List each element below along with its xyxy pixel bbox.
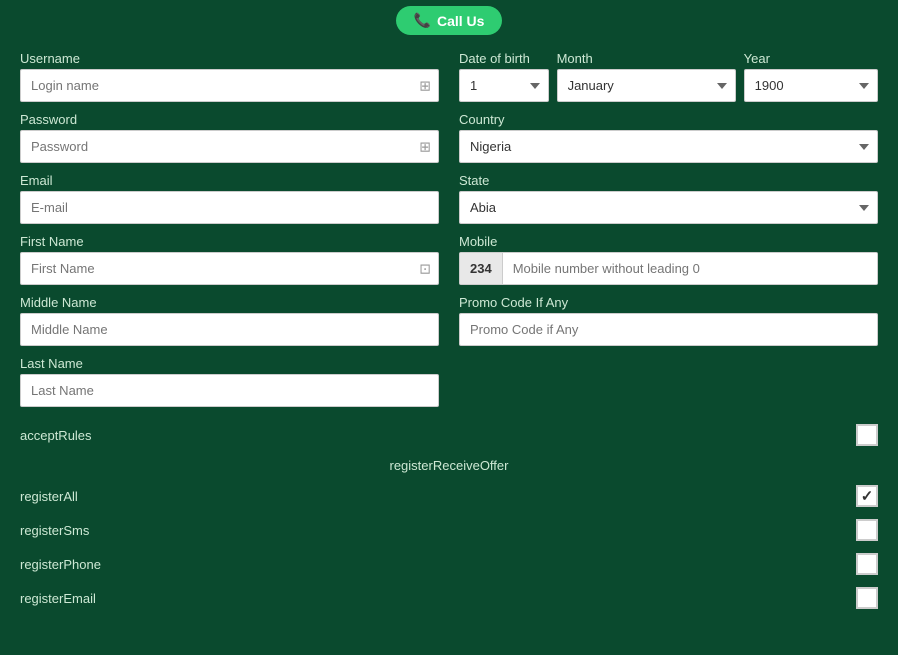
middlename-field-group: Middle Name bbox=[20, 295, 439, 346]
firstname-icon: ⊡ bbox=[419, 260, 431, 277]
dob-year-select[interactable]: 1900190119021903190419051906190719081909… bbox=[744, 69, 878, 102]
register-email-checkbox[interactable] bbox=[856, 587, 878, 609]
register-sms-row: registerSms bbox=[20, 517, 878, 543]
dob-month-select[interactable]: JanuaryFebruaryMarchAprilMayJuneJulyAugu… bbox=[557, 69, 736, 102]
state-field-group: State AbiaAdamawaAkwa IbomAnambraBauchiB… bbox=[459, 173, 878, 224]
lastname-input[interactable] bbox=[20, 374, 439, 407]
register-all-checkbox[interactable] bbox=[856, 485, 878, 507]
promo-input[interactable] bbox=[459, 313, 878, 346]
username-input-wrapper: ⊞ bbox=[20, 69, 439, 102]
right-column: Date of birth Month Year 123456789101112… bbox=[459, 51, 878, 407]
dob-year-col-label: Year bbox=[744, 51, 878, 66]
register-email-label: registerEmail bbox=[20, 591, 96, 606]
firstname-label: First Name bbox=[20, 234, 439, 249]
email-label: Email bbox=[20, 173, 439, 188]
checkboxes-section: acceptRules registerReceiveOffer registe… bbox=[0, 417, 898, 616]
phone-icon: 📞 bbox=[414, 12, 431, 29]
register-email-row: registerEmail bbox=[20, 585, 878, 611]
firstname-field-group: First Name ⊡ bbox=[20, 234, 439, 285]
year-label: Year bbox=[744, 51, 878, 66]
username-icon: ⊞ bbox=[419, 77, 431, 94]
dob-day-col: Date of birth bbox=[459, 51, 549, 66]
state-label: State bbox=[459, 173, 878, 188]
top-bar: 📞 Call Us bbox=[0, 0, 898, 41]
accept-rules-row: acceptRules bbox=[20, 422, 878, 448]
state-select[interactable]: AbiaAdamawaAkwa IbomAnambraBauchiBayelsa… bbox=[459, 191, 878, 224]
mobile-prefix: 234 bbox=[460, 253, 503, 284]
left-column: Username ⊞ Password ⊞ Email First Name ⊡ bbox=[20, 51, 439, 407]
username-input[interactable] bbox=[20, 69, 439, 102]
dob-month-col-label: Month bbox=[557, 51, 736, 66]
mobile-input-row: 234 bbox=[459, 252, 878, 285]
lastname-field-group: Last Name bbox=[20, 356, 439, 407]
register-all-label: registerAll bbox=[20, 489, 78, 504]
mobile-label: Mobile bbox=[459, 234, 878, 249]
dob-year-col: 1900190119021903190419051906190719081909… bbox=[744, 69, 878, 102]
dob-label: Date of birth bbox=[459, 51, 549, 66]
promo-label: Promo Code If Any bbox=[459, 295, 878, 310]
promo-field-group: Promo Code If Any bbox=[459, 295, 878, 346]
country-field-group: Country Nigeria bbox=[459, 112, 878, 163]
register-phone-label: registerPhone bbox=[20, 557, 101, 572]
username-field-group: Username ⊞ bbox=[20, 51, 439, 102]
register-receive-offer-label: registerReceiveOffer bbox=[20, 456, 878, 475]
email-field-group: Email bbox=[20, 173, 439, 224]
middlename-label: Middle Name bbox=[20, 295, 439, 310]
register-sms-label: registerSms bbox=[20, 523, 89, 538]
dob-month-col: JanuaryFebruaryMarchAprilMayJuneJulyAugu… bbox=[557, 69, 736, 102]
country-select[interactable]: Nigeria bbox=[459, 130, 878, 163]
call-us-label: Call Us bbox=[437, 13, 484, 29]
password-field-group: Password ⊞ bbox=[20, 112, 439, 163]
dob-inputs-row: 1234567891011121314151617181920212223242… bbox=[459, 69, 878, 102]
accept-rules-checkbox[interactable] bbox=[856, 424, 878, 446]
call-us-button[interactable]: 📞 Call Us bbox=[396, 6, 503, 35]
middlename-input[interactable] bbox=[20, 313, 439, 346]
register-phone-row: registerPhone bbox=[20, 551, 878, 577]
dob-day-select[interactable]: 1234567891011121314151617181920212223242… bbox=[459, 69, 549, 102]
password-input[interactable] bbox=[20, 130, 439, 163]
username-label: Username bbox=[20, 51, 439, 66]
email-input[interactable] bbox=[20, 191, 439, 224]
dob-label-row: Date of birth Month Year bbox=[459, 51, 878, 66]
mobile-input[interactable] bbox=[503, 253, 877, 284]
month-label: Month bbox=[557, 51, 736, 66]
register-all-row: registerAll bbox=[20, 483, 878, 509]
firstname-input[interactable] bbox=[20, 252, 439, 285]
dob-field-group: Date of birth Month Year 123456789101112… bbox=[459, 51, 878, 102]
register-phone-checkbox[interactable] bbox=[856, 553, 878, 575]
register-sms-checkbox[interactable] bbox=[856, 519, 878, 541]
mobile-field-group: Mobile 234 bbox=[459, 234, 878, 285]
password-input-wrapper: ⊞ bbox=[20, 130, 439, 163]
accept-rules-label: acceptRules bbox=[20, 428, 92, 443]
password-label: Password bbox=[20, 112, 439, 127]
password-icon: ⊞ bbox=[419, 138, 431, 155]
firstname-input-wrapper: ⊡ bbox=[20, 252, 439, 285]
main-form: Username ⊞ Password ⊞ Email First Name ⊡ bbox=[0, 41, 898, 417]
lastname-label: Last Name bbox=[20, 356, 439, 371]
dob-day-col: 1234567891011121314151617181920212223242… bbox=[459, 69, 549, 102]
country-label: Country bbox=[459, 112, 878, 127]
